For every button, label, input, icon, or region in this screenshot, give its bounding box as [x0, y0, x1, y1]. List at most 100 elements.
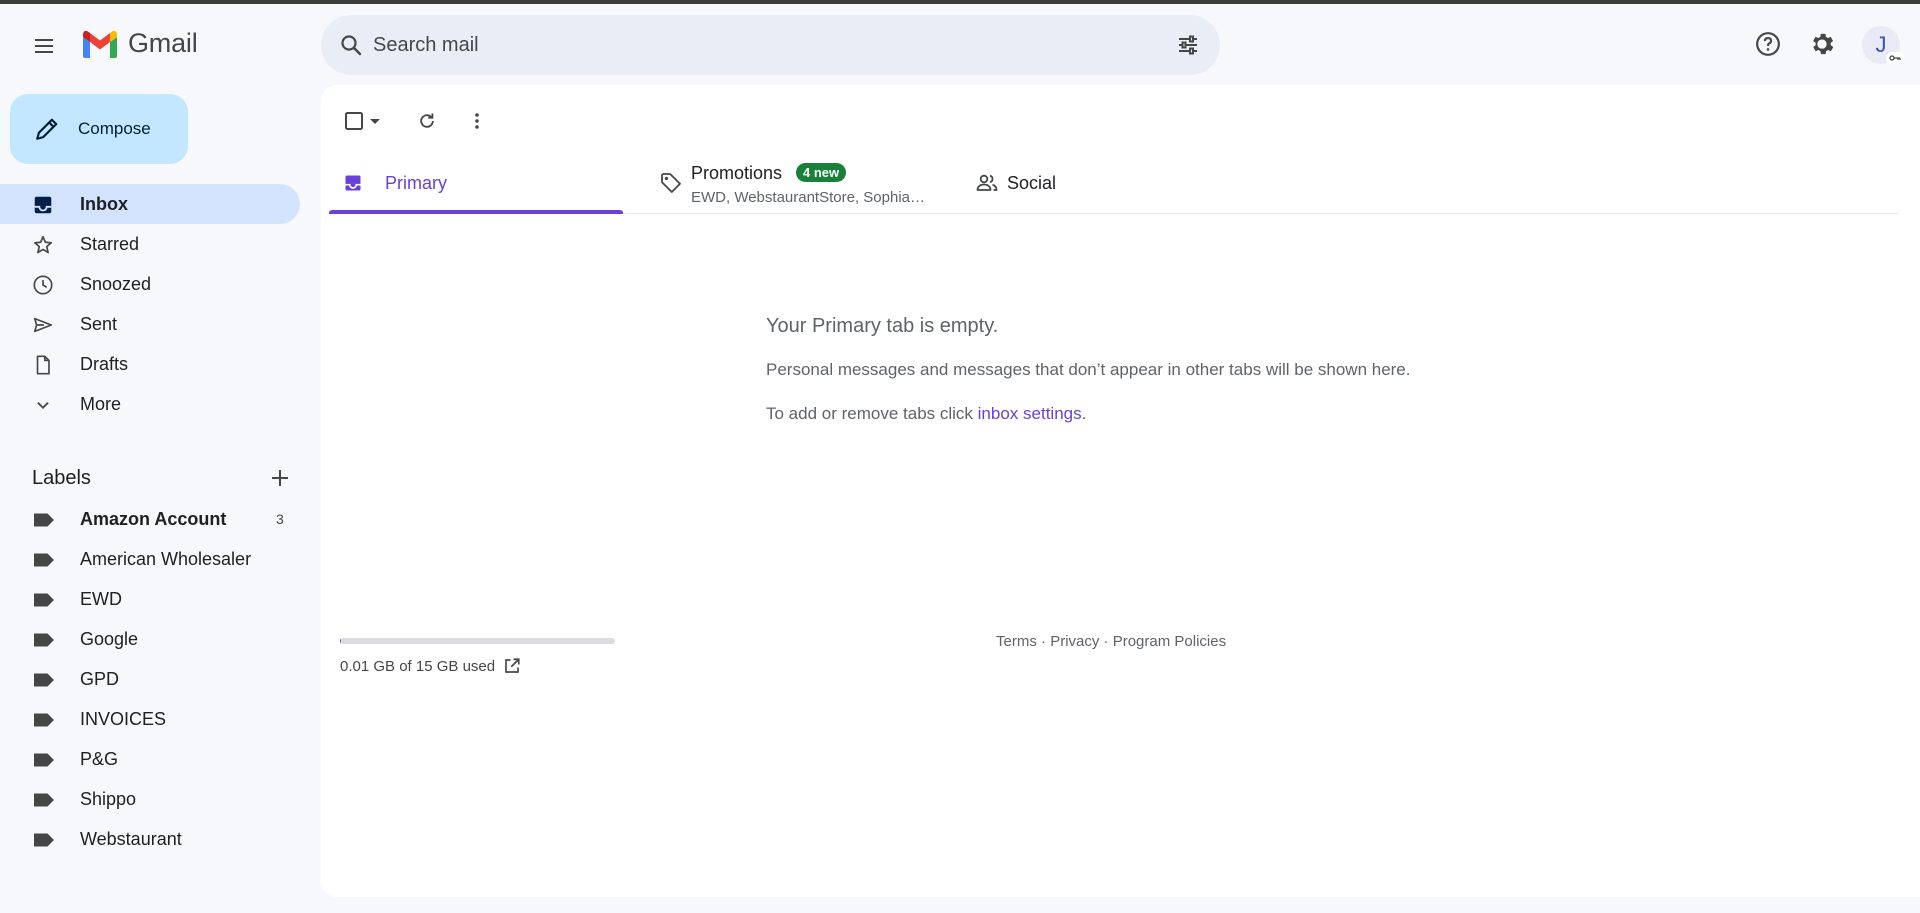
menu-icon: [35, 39, 53, 53]
plus-icon: [272, 470, 288, 486]
people-icon: [975, 171, 999, 195]
compose-label: Compose: [78, 119, 151, 138]
sidebar-item-snoozed[interactable]: Snoozed: [0, 264, 300, 304]
app-name: Gmail: [128, 28, 198, 58]
compose-button[interactable]: Compose: [10, 94, 188, 164]
tab-promotions[interactable]: Promotions 4 new EWD, WebstaurantStore, …: [647, 153, 927, 213]
footer-separator: ·: [1036, 633, 1051, 650]
label-tag-icon: [34, 513, 54, 527]
gmail-m-icon: [83, 30, 117, 58]
empty-state-tip: To add or remove tabs click inbox settin…: [766, 404, 1086, 424]
inbox-settings-link[interactable]: inbox settings: [978, 404, 1082, 423]
privacy-link[interactable]: Privacy: [1050, 633, 1099, 650]
label-item-amazon-account[interactable]: Amazon Account 3: [0, 499, 300, 539]
tab-primary[interactable]: Primary: [329, 153, 623, 214]
gmail-logo[interactable]: Gmail: [80, 28, 198, 59]
refresh-button[interactable]: [407, 101, 447, 141]
settings-gear-icon: [1813, 33, 1834, 55]
open-in-new-icon: [505, 658, 520, 673]
sidebar-item-drafts[interactable]: Drafts: [0, 344, 300, 384]
caret-down-icon: [370, 119, 380, 124]
mail-toolbar: [339, 97, 497, 145]
sidebar-item-label: Inbox: [80, 193, 128, 214]
draft-file-icon: [32, 354, 54, 376]
avatar-initial: J: [1875, 32, 1887, 57]
sidebar-item-starred[interactable]: Starred: [0, 224, 300, 264]
label-tag-icon: [34, 673, 54, 687]
mail-panel: Primary Promotions 4 new EWD, Webstauran…: [321, 85, 1920, 897]
label-name: Amazon Account: [80, 509, 227, 529]
refresh-icon: [420, 113, 434, 128]
create-label-button[interactable]: [262, 460, 298, 496]
select-all-checkbox[interactable]: [339, 101, 387, 141]
main-menu-button[interactable]: [24, 26, 64, 66]
tip-prefix: To add or remove tabs click: [766, 404, 978, 423]
label-name: GPD: [80, 669, 120, 689]
sidebar-nav: Inbox Starred Snoozed Sent Drafts More: [0, 184, 300, 424]
pencil-icon: [32, 114, 62, 144]
sidebar-item-label: Drafts: [80, 353, 129, 374]
label-item-ewd[interactable]: EWD: [0, 579, 300, 619]
label-tag-icon: [34, 793, 54, 807]
labels-title: Labels: [32, 466, 91, 489]
search-button[interactable]: [331, 25, 371, 65]
label-name: American Wholesaler: [80, 549, 252, 569]
labels-list: Amazon Account 3 American Wholesaler EWD…: [0, 499, 300, 859]
manage-storage-link[interactable]: [501, 655, 523, 677]
search-options-button[interactable]: [1168, 25, 1208, 65]
sidebar-item-sent[interactable]: Sent: [0, 304, 300, 344]
checkbox-icon: [345, 112, 363, 130]
sidebar-item-more[interactable]: More: [0, 384, 300, 424]
sidebar-item-label: More: [80, 393, 122, 414]
clock-icon: [32, 274, 54, 296]
label-name: Shippo: [80, 789, 137, 809]
sidebar-item-label: Snoozed: [80, 273, 152, 294]
settings-button[interactable]: [1802, 24, 1842, 64]
storage-usage-text: 0.01 GB of 15 GB used: [340, 658, 496, 675]
search-input[interactable]: [373, 27, 1153, 63]
sidebar-item-inbox[interactable]: Inbox: [0, 184, 300, 224]
search-bar: [321, 15, 1220, 75]
tab-label: Social: [1007, 173, 1057, 193]
label-name: INVOICES: [80, 709, 167, 729]
tab-social[interactable]: Social: [963, 153, 1243, 213]
storage-usage-bar: [340, 638, 615, 644]
label-tag-icon: [34, 713, 54, 727]
label-tag-icon: [34, 553, 54, 567]
label-tag-icon: [34, 833, 54, 847]
label-item-invoices[interactable]: INVOICES: [0, 699, 300, 739]
label-tag-icon: [34, 633, 54, 647]
more-actions-button[interactable]: [457, 101, 497, 141]
label-item-webstaurant[interactable]: Webstaurant: [0, 819, 300, 859]
footer-separator: ·: [1099, 633, 1113, 650]
chevron-down-icon: [32, 394, 54, 416]
account-avatar[interactable]: J: [1862, 26, 1904, 64]
more-vert-icon: [475, 113, 479, 129]
unread-count: 3: [276, 511, 284, 527]
empty-state-title: Your Primary tab is empty.: [766, 315, 999, 337]
help-button[interactable]: [1748, 24, 1788, 64]
program-policies-link[interactable]: Program Policies: [1113, 633, 1226, 650]
label-tag-icon: [34, 593, 54, 607]
label-item-gpd[interactable]: GPD: [0, 659, 300, 699]
empty-state-description: Personal messages and messages that don’…: [766, 360, 1411, 379]
new-count-badge: 4 new: [796, 163, 847, 182]
help-icon: [1756, 32, 1780, 56]
tab-senders-snippet: EWD, WebstaurantStore, Sophia…: [691, 189, 925, 206]
sidebar-item-label: Sent: [80, 313, 118, 334]
label-name: Google: [80, 629, 139, 649]
label-item-google[interactable]: Google: [0, 619, 300, 659]
send-icon: [32, 314, 54, 336]
label-item-american-wholesaler[interactable]: American Wholesaler: [0, 539, 300, 579]
label-item-shippo[interactable]: Shippo: [0, 779, 300, 819]
inbox-tabs: Primary Promotions 4 new EWD, Webstauran…: [329, 153, 1899, 214]
inbox-icon: [32, 194, 54, 216]
terms-link[interactable]: Terms: [996, 633, 1037, 650]
tag-icon: [659, 171, 683, 195]
search-icon: [341, 35, 362, 56]
footer-links: Terms · Privacy · Program Policies: [996, 633, 1226, 650]
label-name: P&G: [80, 749, 119, 769]
label-item-p-and-g[interactable]: P&G: [0, 739, 300, 779]
labels-header: Labels: [32, 458, 292, 498]
header: Gmail J: [0, 4, 1920, 84]
